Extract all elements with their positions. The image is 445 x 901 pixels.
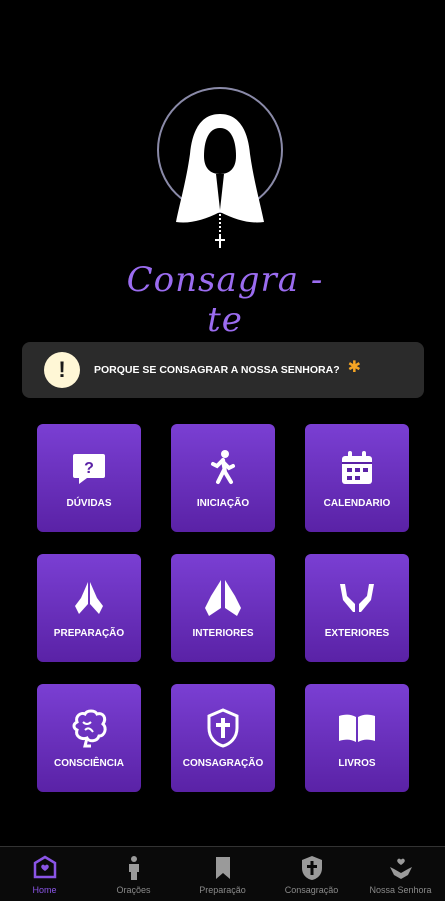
book-icon bbox=[339, 714, 375, 742]
tile-label: EXTERIORES bbox=[324, 627, 390, 639]
hands-heart-icon bbox=[389, 858, 412, 879]
info-banner[interactable]: ! PORQUE SE CONSAGRAR A NOSSA SENHORA? ✱ bbox=[22, 342, 424, 398]
tile-label: CALENDARIO bbox=[323, 497, 391, 509]
tile-exteriores[interactable]: EXTERIORES bbox=[305, 554, 409, 662]
nav-home[interactable]: Home bbox=[0, 847, 89, 901]
praying-hands-icon bbox=[75, 581, 103, 614]
praying-hands-icon bbox=[205, 579, 241, 616]
tile-consagracao[interactable]: CONSAGRAÇÃO bbox=[171, 684, 275, 792]
star-icon: ✱ bbox=[347, 359, 362, 376]
tile-label: PREPARAÇÃO bbox=[53, 627, 125, 639]
tile-label: CONSAGRAÇÃO bbox=[182, 757, 264, 769]
calendar-icon bbox=[342, 450, 372, 484]
home-icon bbox=[33, 855, 56, 879]
mary-logo-icon bbox=[157, 87, 283, 248]
tile-calendario[interactable]: CALENDARIO bbox=[305, 424, 409, 532]
bottom-navigation: Home Orações Preparação Consagração Noss… bbox=[0, 846, 445, 901]
alert-icon: ! bbox=[44, 352, 80, 388]
tile-consciencia[interactable]: CONSCIÊNCIA bbox=[37, 684, 141, 792]
walking-icon bbox=[211, 449, 235, 484]
question-icon: ? bbox=[73, 453, 105, 484]
nav-label: Orações bbox=[116, 885, 151, 895]
nav-label: Consagração bbox=[284, 885, 339, 895]
cross-shield-icon bbox=[301, 856, 322, 880]
tile-label: INTERIORES bbox=[192, 627, 254, 639]
tile-preparacao[interactable]: PREPARAÇÃO bbox=[37, 554, 141, 662]
nav-consagracao[interactable]: Consagração bbox=[267, 847, 356, 901]
cross-shield-icon bbox=[207, 707, 239, 748]
nav-label: Nossa Senhora bbox=[369, 885, 432, 895]
tile-label: CONSCIÊNCIA bbox=[53, 757, 124, 769]
nav-nossa-senhora[interactable]: Nossa Senhora bbox=[356, 847, 445, 901]
brain-icon bbox=[72, 709, 107, 747]
tile-label: DÚVIDAS bbox=[66, 497, 112, 509]
nav-label: Home bbox=[32, 885, 57, 895]
nav-preparacao[interactable]: Preparação bbox=[178, 847, 267, 901]
nav-label: Preparação bbox=[199, 885, 246, 895]
banner-text: PORQUE SE CONSAGRAR A NOSSA SENHORA? bbox=[94, 364, 340, 376]
tile-label: LIVROS bbox=[338, 757, 376, 769]
tile-iniciacao[interactable]: INICIAÇÃO bbox=[171, 424, 275, 532]
tile-duvidas[interactable]: ? DÚVIDAS bbox=[37, 424, 141, 532]
tile-livros[interactable]: LIVROS bbox=[305, 684, 409, 792]
svg-text:?: ? bbox=[84, 460, 94, 477]
person-icon bbox=[128, 856, 139, 880]
tile-label: INICIAÇÃO bbox=[196, 497, 250, 509]
app-logo: Consagra - te bbox=[120, 82, 330, 340]
nav-oracoes[interactable]: Orações bbox=[89, 847, 178, 901]
tile-interiores[interactable]: INTERIORES bbox=[171, 554, 275, 662]
logo-text: Consagra - te bbox=[126, 260, 324, 340]
open-hands-icon bbox=[340, 583, 374, 612]
bookmark-icon bbox=[215, 857, 230, 879]
